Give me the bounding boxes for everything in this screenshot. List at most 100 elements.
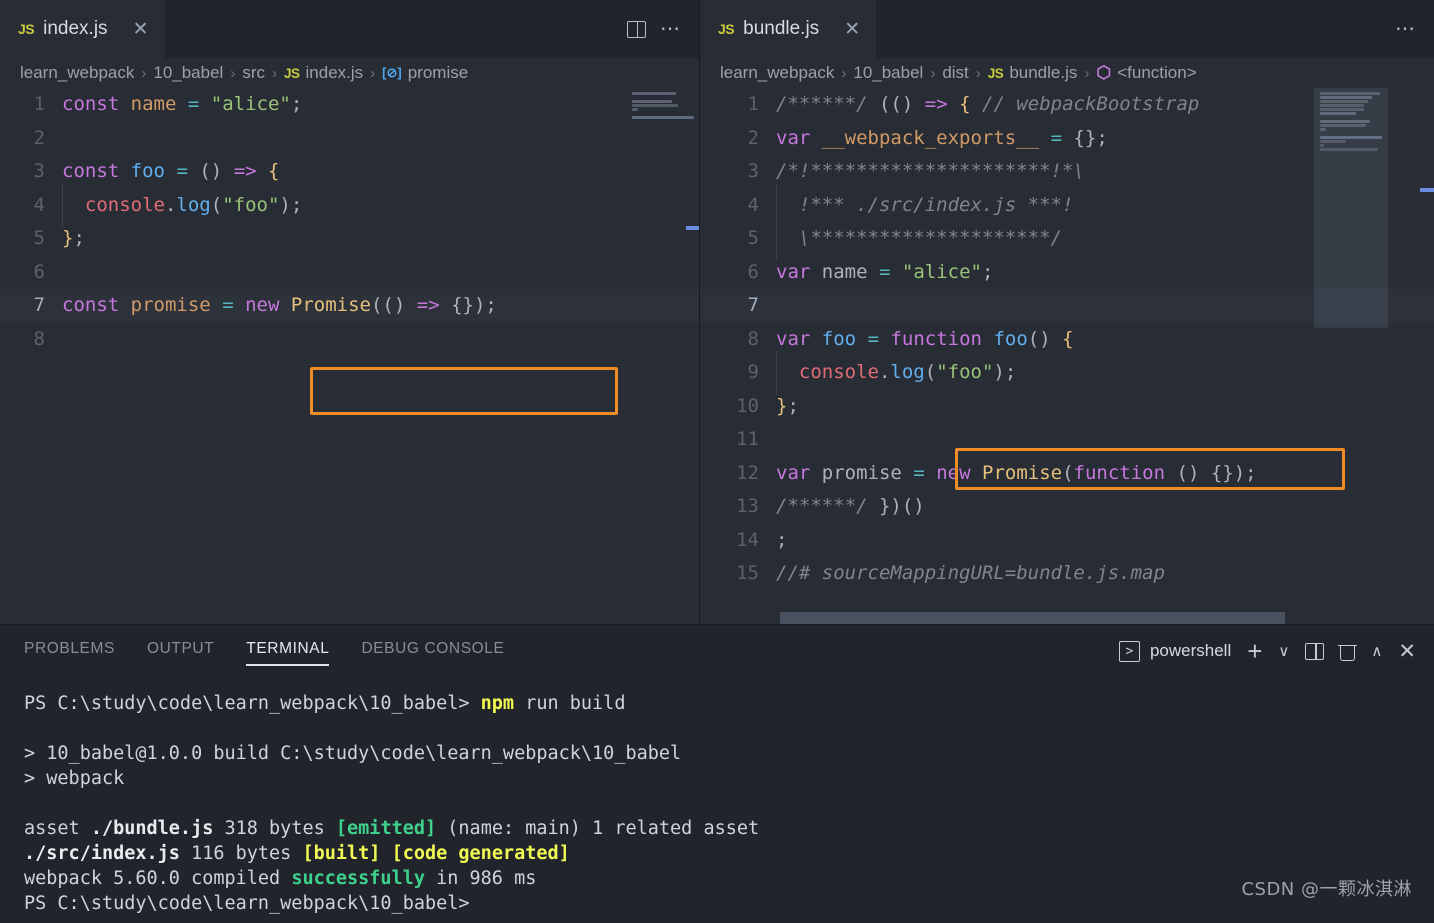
code-token: => [233,160,257,182]
breadcrumb-item-0[interactable]: learn_webpack [20,63,134,83]
line-number: 15 [736,562,759,584]
tab-bundle-js[interactable]: JS bundle.js ✕ [700,0,877,58]
close-panel-icon[interactable]: ✕ [1398,641,1416,662]
code-line[interactable]: 5}; [0,222,699,256]
split-editor-icon[interactable] [627,20,646,38]
line-number: 6 [33,260,45,283]
code-line[interactable]: 3 const foo = () => { [0,155,699,189]
panel-actions: > powershell + ∨ ∧ ✕ [1118,638,1434,664]
line-content: !*** ./src/index.js ***! [776,183,1074,227]
line-number: 7 [747,294,759,316]
scrollbar-vertical-right[interactable] [1420,88,1434,624]
breadcrumb-item-1[interactable]: 10_babel [853,63,923,83]
line-number: 8 [747,327,759,350]
terminal-output[interactable]: PS C:\study\code\learn_webpack\10_babel>… [0,677,1434,916]
breadcrumb-item-4[interactable]: <function> [1117,63,1196,83]
trash-icon[interactable] [1338,643,1358,661]
code-line[interactable]: 4 console.log("foo"); [0,183,699,227]
code-viewport-left[interactable]: 1 const name = "alice"; 2 3 const foo = () =… [0,88,699,624]
code-token: = [187,93,200,115]
terminal-text: ./bundle.js [90,818,214,839]
more-actions-icon[interactable]: ⋯ [660,19,681,39]
terminal-text: webpack 5.60.0 compiled [24,868,292,889]
code-token: Promise [982,461,1063,484]
line-number: 2 [747,126,759,149]
line-number: 3 [33,160,45,182]
code-token: ; [981,260,994,283]
bottom-panel: PROBLEMS OUTPUT TERMINAL DEBUG CONSOLE >… [0,624,1434,923]
tab-problems[interactable]: PROBLEMS [24,640,115,663]
scrollbar-horizontal-right[interactable] [780,612,1285,624]
close-icon[interactable]: ✕ [131,20,151,39]
minimap-right[interactable] [1314,88,1388,624]
watermark: CSDN @一颗冰淇淋 [1241,879,1412,900]
chevron-right-icon: › [1084,64,1090,82]
chevron-down-icon[interactable]: ∨ [1278,644,1289,659]
code-token: name [821,260,868,283]
scrollbar-vertical-left[interactable] [686,88,699,624]
code-token: = [1050,126,1063,149]
breadcrumb-item-3[interactable]: bundle.js [1009,63,1077,83]
breadcrumb-item-3[interactable]: index.js [306,63,364,83]
js-file-icon: JS [718,21,735,37]
code-line[interactable]: 1 const name = "alice"; [0,88,699,122]
terminal-text: > 10_babel@1.0.0 build C:\study\code\lea… [24,743,682,764]
tab-debug-console[interactable]: DEBUG CONSOLE [361,640,504,663]
code-line[interactable]: 8 [0,323,699,357]
line-number: 10 [736,394,759,417]
maximize-panel-icon[interactable]: ∧ [1371,644,1382,659]
code-viewport-right[interactable]: 1/******/ (() => { // webpackBootstrap 2 v… [700,88,1434,624]
highlight-box-promise-left [310,367,618,415]
line-content: const foo = () => { [62,155,279,189]
tab-index-js[interactable]: JS index.js ✕ [0,0,165,58]
code-token: Promise [290,294,371,316]
new-terminal-icon[interactable]: + [1247,638,1262,664]
breadcrumb-left: learn_webpack › 10_babel › src › JS inde… [0,58,699,88]
breadcrumb-item-2[interactable]: dist [942,63,968,83]
code-token: } [62,227,74,249]
tab-output[interactable]: OUTPUT [147,640,214,663]
code-line[interactable]: 2 [0,122,699,156]
code-line[interactable]: 7 const promise = new Promise(() => {}); [0,289,699,323]
line-number: 4 [33,193,45,216]
breadcrumb-item-2[interactable]: src [242,63,265,83]
code-token: const [62,294,120,316]
code-token: => [416,294,440,316]
line-content: var foo = function foo() { [776,323,1074,357]
indent-guide [776,217,777,261]
code-token: !*** ./src/index.js ***! [776,193,1074,216]
breadcrumb-item-1[interactable]: 10_babel [153,63,223,83]
indent-guide [62,183,63,227]
tab-terminal[interactable]: TERMINAL [246,640,330,666]
breadcrumb-item-4[interactable]: promise [408,63,468,83]
breadcrumb-item-0[interactable]: learn_webpack [720,63,834,83]
terminal-text: > webpack [24,768,125,789]
line-number: 3 [747,160,759,182]
code-token: var [776,327,811,350]
terminal-text: ./src/index.js [24,843,180,864]
code-token: /*!*********************!*\ [776,160,1085,182]
code-token: ( [210,193,223,216]
more-actions-icon[interactable]: ⋯ [1395,19,1416,39]
terminal-selector[interactable]: > powershell [1118,640,1231,662]
close-icon[interactable]: ✕ [842,20,862,39]
js-file-icon: JS [987,65,1004,81]
line-content: console.log("foo"); [62,183,302,227]
code-line[interactable]: 6 [0,256,699,290]
line-number: 13 [736,495,759,517]
split-terminal-icon[interactable] [1305,642,1325,660]
